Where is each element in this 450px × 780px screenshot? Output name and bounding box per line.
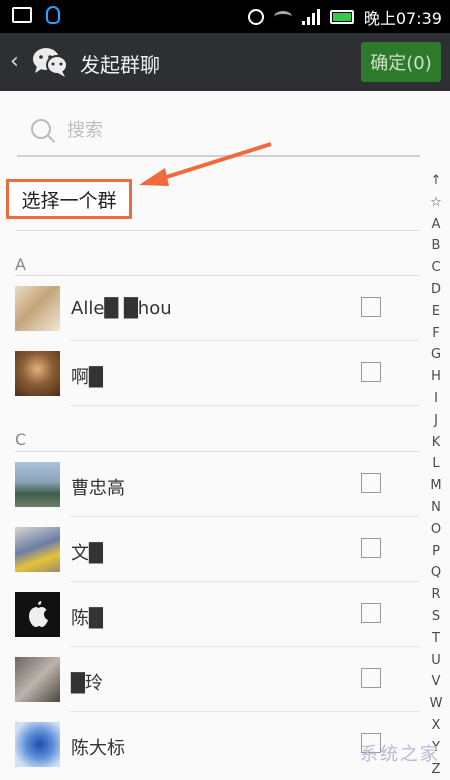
status-bar: 晚上07:39 [0, 0, 450, 33]
section-header-c: C [15, 430, 27, 449]
alarm-icon [247, 9, 264, 25]
select-group-button[interactable]: 选择一个群 [6, 179, 132, 219]
watermark: 系统之家 [360, 744, 440, 765]
contact-row[interactable]: 啊█ [15, 341, 419, 406]
contact-checkbox[interactable] [361, 297, 381, 317]
index-letter[interactable]: H [427, 366, 445, 388]
contact-checkbox[interactable] [361, 668, 381, 688]
contact-checkbox[interactable] [361, 473, 381, 493]
index-letter[interactable]: I [427, 388, 445, 410]
index-letter[interactable]: U [427, 650, 445, 672]
battery-icon [329, 10, 354, 24]
wechat-logo-icon [33, 48, 68, 77]
index-letter[interactable]: D [427, 279, 445, 301]
avatar [15, 722, 60, 767]
contact-name: 陈█ [71, 608, 103, 629]
index-letter[interactable]: J [427, 410, 445, 432]
index-letter[interactable]: W [427, 693, 445, 715]
contact-row[interactable]: 陈大标 [15, 712, 419, 777]
app-bar: ‹ 发起群聊 确定(0) [0, 33, 450, 91]
index-letter[interactable]: E [427, 301, 445, 323]
apple-logo-icon [29, 601, 48, 627]
contact-row[interactable]: 曹忠高 [15, 452, 419, 517]
page-title: 发起群聊 [80, 53, 160, 77]
avatar [15, 286, 60, 331]
index-letter[interactable]: V [427, 671, 445, 693]
contact-name: 文█ [71, 543, 103, 564]
search-icon [31, 119, 51, 139]
index-letter[interactable]: X [427, 715, 445, 737]
index-letter[interactable]: T [427, 628, 445, 650]
index-letter[interactable]: C [427, 257, 445, 279]
index-letter[interactable]: P [427, 541, 445, 563]
qq-notification-icon [46, 6, 60, 24]
index-letter[interactable]: M [427, 475, 445, 497]
status-time: 晚上07:39 [363, 9, 442, 28]
index-letter[interactable]: F [427, 323, 445, 345]
contact-checkbox[interactable] [361, 362, 381, 382]
contact-name: Alle█ █hou [71, 298, 172, 319]
contact-checkbox[interactable] [361, 603, 381, 623]
avatar [15, 527, 60, 572]
avatar [15, 351, 60, 396]
index-letter[interactable]: K [427, 432, 445, 454]
confirm-button[interactable]: 确定(0) [361, 42, 441, 82]
index-letter[interactable]: N [427, 497, 445, 519]
contact-row[interactable]: █玲 [15, 647, 419, 712]
contact-name: █玲 [71, 673, 103, 694]
index-letter[interactable]: G [427, 344, 445, 366]
contact-row[interactable]: Alle█ █hou [15, 276, 419, 341]
index-letter[interactable]: B [427, 235, 445, 257]
section-header-a: A [15, 255, 26, 274]
gallery-notification-icon [12, 7, 32, 23]
index-letter[interactable]: O [427, 519, 445, 541]
avatar [15, 592, 60, 637]
back-button[interactable]: ‹ [10, 49, 19, 74]
contact-name: 陈大标 [71, 738, 125, 759]
alphabet-index[interactable]: ↑ ☆ A B C D E F G H I J K L M N O P Q R S T U V W X Y Z [427, 170, 445, 780]
contact-row[interactable]: 文█ [15, 517, 419, 582]
select-group-label: 选择一个群 [21, 189, 117, 212]
avatar [15, 462, 60, 507]
index-letter[interactable]: Q [427, 562, 445, 584]
contact-name: 啊█ [71, 367, 103, 388]
index-letter[interactable]: ↑ [427, 170, 445, 192]
index-letter[interactable]: R [427, 584, 445, 606]
signal-icon [301, 9, 320, 25]
wifi-icon [273, 11, 292, 23]
annotation-arrow-icon [139, 142, 272, 186]
avatar [15, 657, 60, 702]
index-letter[interactable]: ☆ [427, 192, 445, 214]
contact-name: 曹忠高 [71, 478, 125, 499]
divider [15, 230, 419, 231]
contact-row[interactable]: 陈█ [15, 582, 419, 647]
index-letter[interactable]: L [427, 453, 445, 475]
contact-checkbox[interactable] [361, 538, 381, 558]
index-letter[interactable]: S [427, 606, 445, 628]
index-letter[interactable]: A [427, 214, 445, 236]
